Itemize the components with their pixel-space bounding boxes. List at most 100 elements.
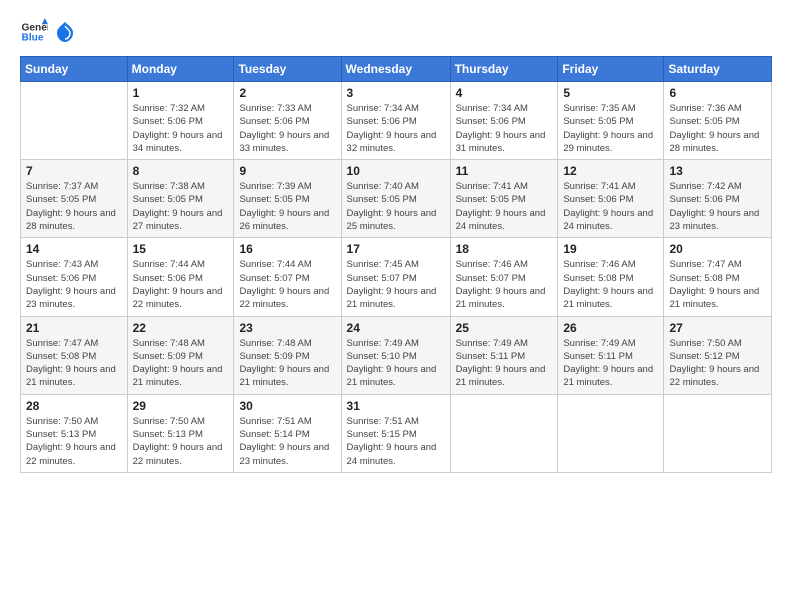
day-info: Sunrise: 7:49 AMSunset: 5:10 PMDaylight:…: [347, 337, 445, 390]
calendar-cell: 7Sunrise: 7:37 AMSunset: 5:05 PMDaylight…: [21, 160, 128, 238]
day-number: 14: [26, 242, 122, 256]
day-info: Sunrise: 7:48 AMSunset: 5:09 PMDaylight:…: [133, 337, 229, 390]
calendar-cell: 10Sunrise: 7:40 AMSunset: 5:05 PMDayligh…: [341, 160, 450, 238]
day-info: Sunrise: 7:42 AMSunset: 5:06 PMDaylight:…: [669, 180, 766, 233]
calendar-cell: 23 Sunrise: 7:48 AMSunset: 5:09 PMDayligh…: [234, 316, 341, 394]
day-info: Sunrise: 7:47 AMSunset: 5:08 PMDaylight:…: [26, 337, 122, 390]
day-info: Sunrise: 7:44 AMSunset: 5:06 PMDaylight:…: [133, 258, 229, 311]
calendar-cell: 19 Sunrise: 7:46 AMSunset: 5:08 PMDayligh…: [558, 238, 664, 316]
calendar-cell: 3 Sunrise: 7:34 AMSunset: 5:06 PMDaylight…: [341, 82, 450, 160]
day-info: Sunrise: 7:39 AMSunset: 5:05 PMDaylight:…: [239, 180, 335, 233]
day-number: 15: [133, 242, 229, 256]
day-number: 21: [26, 321, 122, 335]
weekday-header-wednesday: Wednesday: [341, 57, 450, 82]
calendar-week-5: 28 Sunrise: 7:50 AMSunset: 5:13 PMDayligh…: [21, 394, 772, 472]
weekday-header-row: SundayMondayTuesdayWednesdayThursdayFrid…: [21, 57, 772, 82]
weekday-header-thursday: Thursday: [450, 57, 558, 82]
day-info: Sunrise: 7:45 AMSunset: 5:07 PMDaylight:…: [347, 258, 445, 311]
calendar-cell: 26 Sunrise: 7:49 AMSunset: 5:11 PMDayligh…: [558, 316, 664, 394]
day-info: Sunrise: 7:43 AMSunset: 5:06 PMDaylight:…: [26, 258, 122, 311]
day-info: Sunrise: 7:36 AMSunset: 5:05 PMDaylight:…: [669, 102, 766, 155]
calendar-cell: 24 Sunrise: 7:49 AMSunset: 5:10 PMDayligh…: [341, 316, 450, 394]
weekday-header-monday: Monday: [127, 57, 234, 82]
day-number: 12: [563, 164, 658, 178]
calendar-page: General Blue SundayMondayTuesdayWednesda…: [0, 0, 792, 612]
day-number: 6: [669, 86, 766, 100]
day-info: Sunrise: 7:50 AMSunset: 5:13 PMDaylight:…: [133, 415, 229, 468]
day-number: 11: [456, 164, 553, 178]
day-info: Sunrise: 7:48 AMSunset: 5:09 PMDaylight:…: [239, 337, 335, 390]
calendar-cell: 25 Sunrise: 7:49 AMSunset: 5:11 PMDayligh…: [450, 316, 558, 394]
svg-text:Blue: Blue: [22, 33, 44, 44]
day-number: 28: [26, 399, 122, 413]
day-number: 4: [456, 86, 553, 100]
day-info: Sunrise: 7:47 AMSunset: 5:08 PMDaylight:…: [669, 258, 766, 311]
day-info: Sunrise: 7:41 AMSunset: 5:06 PMDaylight:…: [563, 180, 658, 233]
day-number: 23: [239, 321, 335, 335]
calendar-cell: [21, 82, 128, 160]
weekday-header-sunday: Sunday: [21, 57, 128, 82]
calendar-week-2: 7Sunrise: 7:37 AMSunset: 5:05 PMDaylight…: [21, 160, 772, 238]
calendar-cell: 15 Sunrise: 7:44 AMSunset: 5:06 PMDayligh…: [127, 238, 234, 316]
calendar-cell: 20 Sunrise: 7:47 AMSunset: 5:08 PMDayligh…: [664, 238, 772, 316]
day-number: 27: [669, 321, 766, 335]
day-number: 2: [239, 86, 335, 100]
day-info: Sunrise: 7:49 AMSunset: 5:11 PMDaylight:…: [456, 337, 553, 390]
calendar-cell: [450, 394, 558, 472]
day-number: 31: [347, 399, 445, 413]
day-number: 19: [563, 242, 658, 256]
day-info: Sunrise: 7:34 AMSunset: 5:06 PMDaylight:…: [456, 102, 553, 155]
day-number: 22: [133, 321, 229, 335]
calendar-cell: 1 Sunrise: 7:32 AMSunset: 5:06 PMDaylight…: [127, 82, 234, 160]
weekday-header-saturday: Saturday: [664, 57, 772, 82]
calendar-cell: 13 Sunrise: 7:42 AMSunset: 5:06 PMDayligh…: [664, 160, 772, 238]
day-number: 24: [347, 321, 445, 335]
day-number: 25: [456, 321, 553, 335]
calendar-cell: 14 Sunrise: 7:43 AMSunset: 5:06 PMDayligh…: [21, 238, 128, 316]
calendar-cell: 4 Sunrise: 7:34 AMSunset: 5:06 PMDaylight…: [450, 82, 558, 160]
day-number: 20: [669, 242, 766, 256]
day-number: 10: [347, 164, 445, 178]
day-info: Sunrise: 7:37 AMSunset: 5:05 PMDaylight:…: [26, 180, 122, 233]
calendar-cell: 30 Sunrise: 7:51 AMSunset: 5:14 PMDayligh…: [234, 394, 341, 472]
calendar-cell: 21 Sunrise: 7:47 AMSunset: 5:08 PMDayligh…: [21, 316, 128, 394]
day-info: Sunrise: 7:33 AMSunset: 5:06 PMDaylight:…: [239, 102, 335, 155]
day-info: Sunrise: 7:50 AMSunset: 5:13 PMDaylight:…: [26, 415, 122, 468]
day-info: Sunrise: 7:32 AMSunset: 5:06 PMDaylight:…: [133, 102, 229, 155]
calendar-header: SundayMondayTuesdayWednesdayThursdayFrid…: [21, 57, 772, 82]
calendar-cell: 2 Sunrise: 7:33 AMSunset: 5:06 PMDaylight…: [234, 82, 341, 160]
weekday-header-tuesday: Tuesday: [234, 57, 341, 82]
day-number: 29: [133, 399, 229, 413]
day-info: Sunrise: 7:35 AMSunset: 5:05 PMDaylight:…: [563, 102, 658, 155]
day-number: 26: [563, 321, 658, 335]
day-number: 17: [347, 242, 445, 256]
day-number: 3: [347, 86, 445, 100]
calendar-cell: 31Sunrise: 7:51 AMSunset: 5:15 PMDayligh…: [341, 394, 450, 472]
calendar-cell: 12 Sunrise: 7:41 AMSunset: 5:06 PMDayligh…: [558, 160, 664, 238]
day-number: 9: [239, 164, 335, 178]
day-info: Sunrise: 7:38 AMSunset: 5:05 PMDaylight:…: [133, 180, 229, 233]
header: General Blue: [20, 18, 772, 46]
logo-wave-icon: [56, 22, 74, 42]
calendar-cell: 18 Sunrise: 7:46 AMSunset: 5:07 PMDayligh…: [450, 238, 558, 316]
calendar-week-4: 21 Sunrise: 7:47 AMSunset: 5:08 PMDayligh…: [21, 316, 772, 394]
calendar-cell: [558, 394, 664, 472]
day-info: Sunrise: 7:46 AMSunset: 5:07 PMDaylight:…: [456, 258, 553, 311]
day-info: Sunrise: 7:46 AMSunset: 5:08 PMDaylight:…: [563, 258, 658, 311]
day-number: 13: [669, 164, 766, 178]
day-info: Sunrise: 7:50 AMSunset: 5:12 PMDaylight:…: [669, 337, 766, 390]
day-info: Sunrise: 7:34 AMSunset: 5:06 PMDaylight:…: [347, 102, 445, 155]
day-number: 8: [133, 164, 229, 178]
calendar-cell: 9 Sunrise: 7:39 AMSunset: 5:05 PMDaylight…: [234, 160, 341, 238]
day-info: Sunrise: 7:51 AMSunset: 5:14 PMDaylight:…: [239, 415, 335, 468]
calendar-table: SundayMondayTuesdayWednesdayThursdayFrid…: [20, 56, 772, 473]
day-number: 18: [456, 242, 553, 256]
day-number: 30: [239, 399, 335, 413]
calendar-cell: 27 Sunrise: 7:50 AMSunset: 5:12 PMDayligh…: [664, 316, 772, 394]
calendar-cell: 22 Sunrise: 7:48 AMSunset: 5:09 PMDayligh…: [127, 316, 234, 394]
day-info: Sunrise: 7:49 AMSunset: 5:11 PMDaylight:…: [563, 337, 658, 390]
calendar-body: 1 Sunrise: 7:32 AMSunset: 5:06 PMDaylight…: [21, 82, 772, 473]
calendar-cell: [664, 394, 772, 472]
day-number: 1: [133, 86, 229, 100]
weekday-header-friday: Friday: [558, 57, 664, 82]
